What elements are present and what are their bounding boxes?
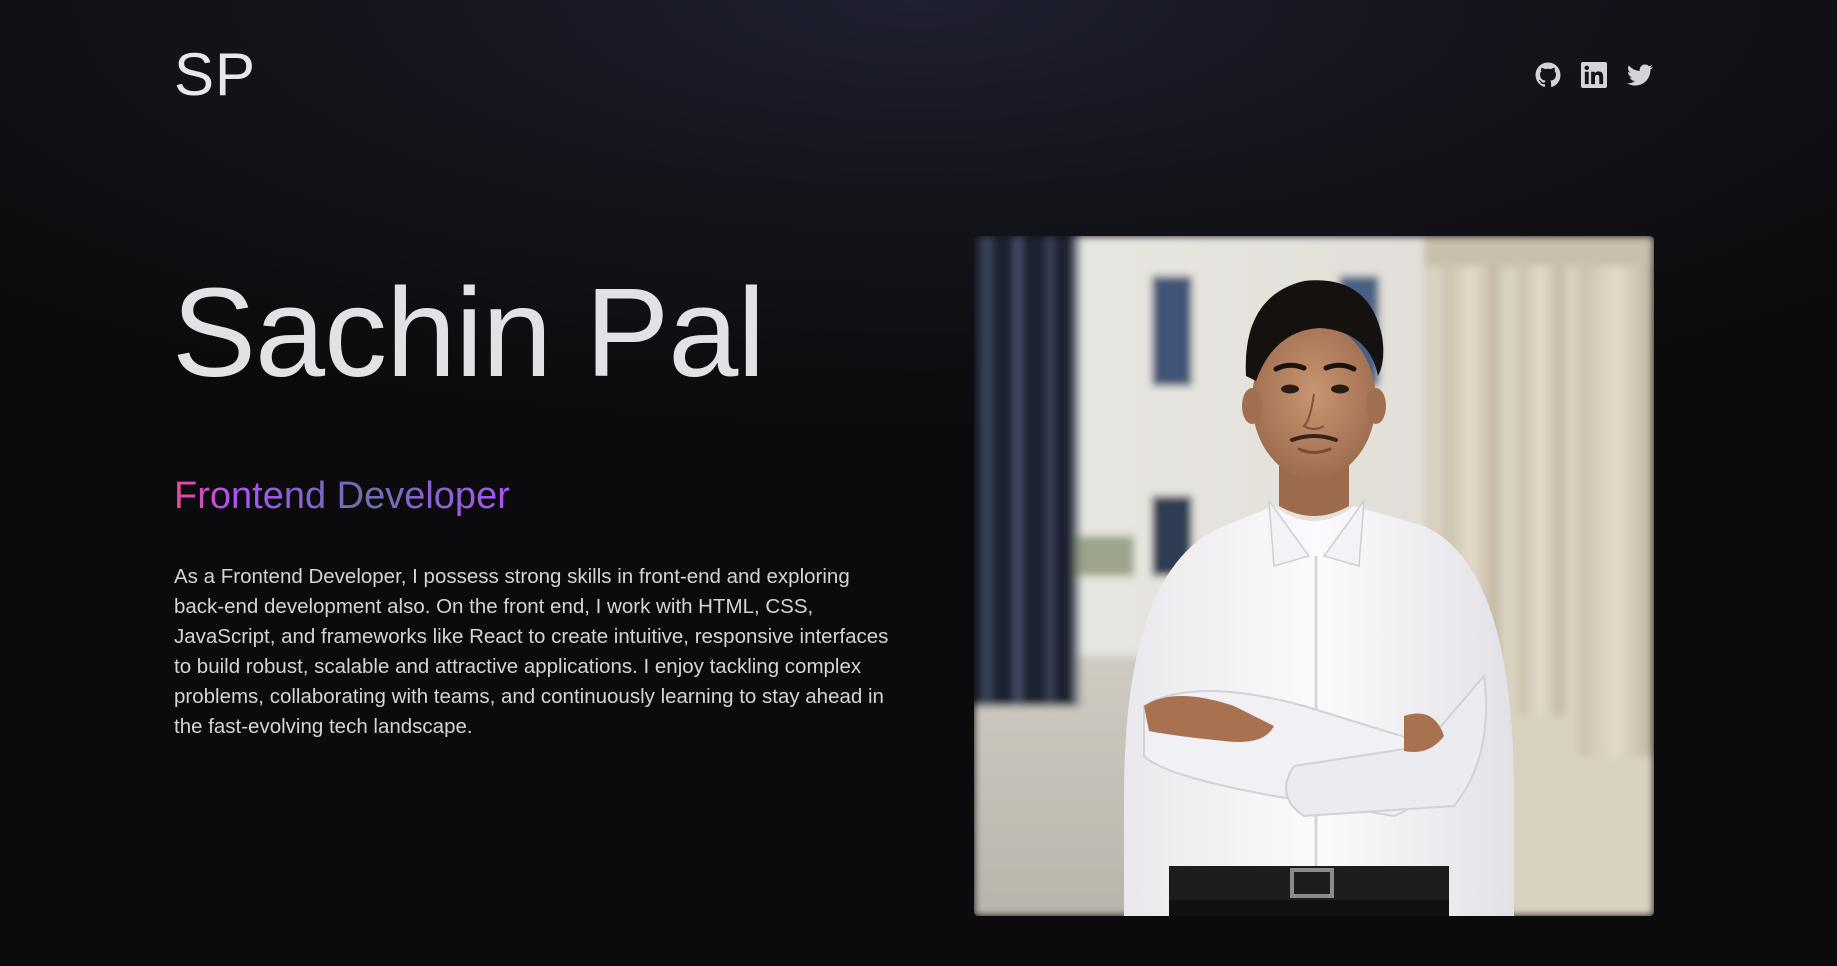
linkedin-link[interactable] [1581, 62, 1607, 88]
logo[interactable]: SP [174, 45, 256, 105]
site-header: SP [174, 40, 1655, 110]
github-link[interactable] [1535, 62, 1561, 88]
twitter-link[interactable] [1627, 62, 1653, 88]
profile-photo [974, 236, 1654, 916]
twitter-icon [1627, 64, 1653, 86]
linkedin-icon [1581, 62, 1607, 88]
hero-bio: As a Frontend Developer, I possess stron… [174, 565, 889, 738]
social-links [1535, 62, 1653, 88]
profile-photo-illustration [974, 236, 1654, 916]
github-icon [1535, 62, 1561, 88]
hero-role: Frontend Developer [174, 475, 510, 517]
hero-name: Sachin Pal [172, 262, 765, 403]
